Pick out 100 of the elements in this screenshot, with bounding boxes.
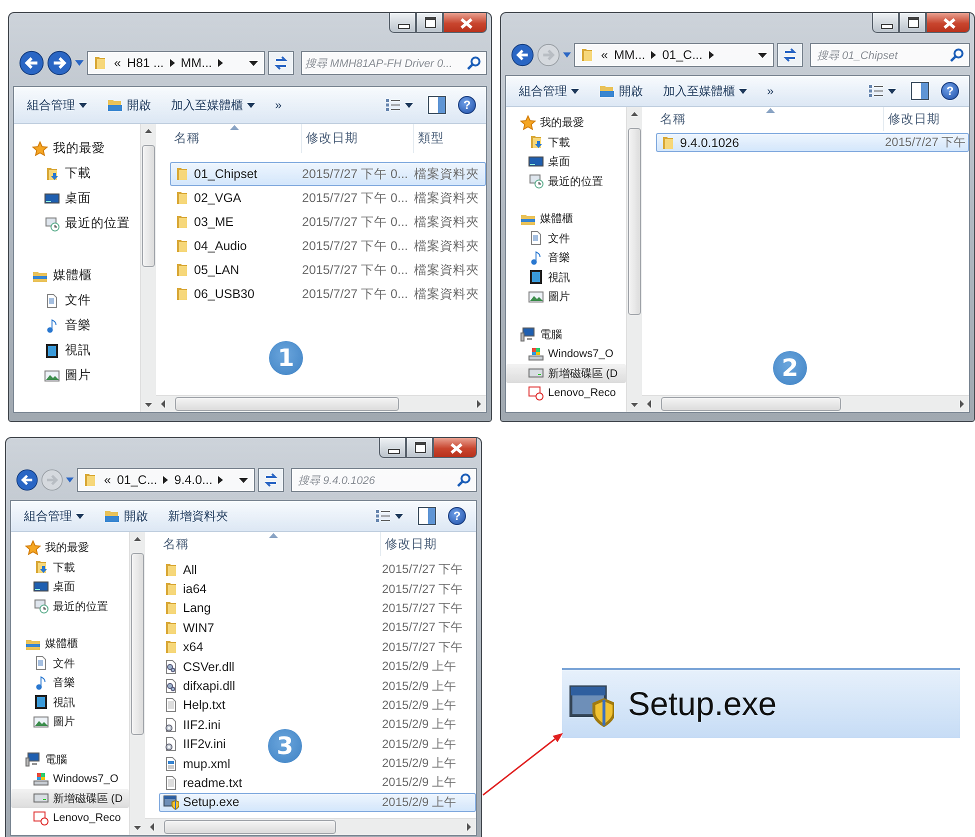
address-bar[interactable]: « 01_C... 9.4.0... xyxy=(76,468,255,492)
minimize-button[interactable] xyxy=(389,13,416,33)
scrollbar-thumb[interactable] xyxy=(661,397,841,411)
dropdown-caret-icon[interactable] xyxy=(248,61,258,66)
breadcrumb-item[interactable]: H81 ... xyxy=(126,56,164,70)
hidden-path-button[interactable]: « xyxy=(114,56,121,70)
horizontal-scrollbar[interactable] xyxy=(145,818,476,835)
dropdown-caret-icon[interactable] xyxy=(238,478,248,483)
address-bar[interactable]: « H81 ... MM... xyxy=(86,51,265,75)
sidebar-item[interactable]: 文件 xyxy=(14,288,140,313)
scrollbar-thumb[interactable] xyxy=(142,145,155,267)
sidebar-item[interactable]: 電腦 xyxy=(506,324,626,344)
scrollbar-thumb[interactable] xyxy=(164,820,336,834)
sidebar-item[interactable]: 最近的位置 xyxy=(14,211,140,236)
maximize-button[interactable] xyxy=(416,13,443,33)
sidebar-item[interactable]: 視訊 xyxy=(11,692,129,712)
preview-pane-button[interactable] xyxy=(428,96,446,114)
vertical-scrollbar[interactable] xyxy=(140,124,156,412)
sidebar-item[interactable]: 視訊 xyxy=(14,338,140,363)
sidebar-item[interactable]: 音樂 xyxy=(506,248,626,268)
search-field[interactable]: 搜尋 9.4.0.1026 xyxy=(290,468,477,492)
breadcrumb-item[interactable]: MM... xyxy=(180,56,212,70)
breadcrumb-item[interactable]: 9.4.0... xyxy=(174,473,212,487)
sidebar-item[interactable]: 新增磁碟區 (D xyxy=(11,788,129,808)
sidebar-item[interactable]: 桌面 xyxy=(14,186,140,211)
chevron-icon[interactable] xyxy=(170,59,175,67)
back-button[interactable] xyxy=(19,50,44,76)
sidebar-item[interactable]: 桌面 xyxy=(11,577,129,596)
sidebar-item[interactable]: 新增磁碟區 (D xyxy=(506,364,626,383)
sidebar-item[interactable]: 我的最愛 xyxy=(14,136,140,161)
breadcrumb-item[interactable]: 01_C... xyxy=(662,48,703,62)
sidebar-item[interactable]: 下載 xyxy=(506,132,626,152)
maximize-button[interactable] xyxy=(406,438,433,458)
minimize-button[interactable] xyxy=(379,438,406,458)
sidebar-item[interactable]: 圖片 xyxy=(506,287,626,306)
more-commands-button[interactable]: » xyxy=(272,96,285,114)
chevron-icon[interactable] xyxy=(651,51,656,59)
preview-pane-button[interactable] xyxy=(911,82,929,100)
sidebar-item[interactable]: 圖片 xyxy=(14,363,140,388)
selected-file-row[interactable]: 9.4.0.1026 2015/7/27 下午 xyxy=(656,133,969,152)
minimize-button[interactable] xyxy=(872,13,899,33)
toolbar-button[interactable]: 開啟 xyxy=(596,80,646,102)
hidden-path-button[interactable]: « xyxy=(104,473,111,487)
scrollbar-thumb[interactable] xyxy=(131,553,144,735)
scrollbar-thumb[interactable] xyxy=(175,397,399,411)
selected-file-row[interactable]: Setup.exe 2015/2/9 上午 xyxy=(159,792,476,812)
chevron-icon[interactable] xyxy=(163,476,168,484)
chevron-icon[interactable] xyxy=(218,476,224,484)
close-button[interactable] xyxy=(926,13,970,33)
refresh-button[interactable] xyxy=(258,468,284,492)
sidebar-item[interactable]: 媒體櫃 xyxy=(11,634,129,654)
sidebar-item[interactable]: 文件 xyxy=(11,654,129,673)
more-commands-button[interactable]: » xyxy=(764,82,777,100)
menu-button[interactable]: 加入至媒體櫃 xyxy=(660,80,750,102)
toolbar-button[interactable]: 開啟 xyxy=(104,94,154,116)
toolbar-button[interactable]: 新增資料夾 xyxy=(165,506,231,526)
chevron-icon[interactable] xyxy=(218,59,224,67)
sidebar-item[interactable]: Windows7_O xyxy=(11,769,129,788)
menu-button[interactable]: 加入至媒體櫃 xyxy=(168,94,258,116)
selected-file-row[interactable]: 01_Chipset 2015/7/27 下午 0... 檔案資料夾 xyxy=(170,162,486,186)
sidebar-item[interactable]: 最近的位置 xyxy=(506,172,626,191)
sidebar-item[interactable]: Lenovo_Reco xyxy=(11,808,129,828)
sidebar-item[interactable]: Windows7_O xyxy=(506,344,626,364)
close-button[interactable] xyxy=(443,13,487,33)
dropdown-caret-icon[interactable] xyxy=(758,53,767,58)
close-button[interactable] xyxy=(433,438,477,458)
back-button[interactable] xyxy=(16,467,38,493)
address-bar[interactable]: « MM... 01_C... xyxy=(574,43,774,67)
search-icon[interactable] xyxy=(950,48,964,62)
sidebar-item[interactable]: 電腦 xyxy=(11,750,129,769)
menu-button[interactable]: 組合管理 xyxy=(24,94,90,116)
breadcrumb-item[interactable]: MM... xyxy=(614,48,646,62)
sidebar-item[interactable]: 下載 xyxy=(14,161,140,186)
sidebar-item[interactable]: 音樂 xyxy=(14,313,140,338)
search-icon[interactable] xyxy=(456,473,471,487)
vertical-scrollbar[interactable] xyxy=(129,532,145,835)
preview-pane-button[interactable] xyxy=(418,507,436,525)
horizontal-scrollbar[interactable] xyxy=(642,395,969,412)
forward-button[interactable] xyxy=(47,50,72,76)
refresh-button[interactable] xyxy=(777,43,803,67)
sidebar-item[interactable]: 我的最愛 xyxy=(11,538,129,558)
sidebar-item[interactable]: 視訊 xyxy=(506,268,626,287)
back-button[interactable] xyxy=(511,42,534,68)
refresh-button[interactable] xyxy=(268,51,294,75)
search-icon[interactable] xyxy=(466,56,481,70)
chevron-icon[interactable] xyxy=(708,51,714,59)
sidebar-item[interactable]: 最近的位置 xyxy=(11,596,129,616)
sidebar-item[interactable]: 媒體櫃 xyxy=(14,263,140,288)
sidebar-item[interactable]: 文件 xyxy=(506,228,626,248)
sidebar-item[interactable]: 下載 xyxy=(11,558,129,577)
toolbar-button[interactable]: 開啟 xyxy=(101,506,151,526)
sidebar-item[interactable]: 桌面 xyxy=(506,152,626,172)
breadcrumb-item[interactable]: 01_C... xyxy=(116,473,158,487)
sidebar-item[interactable]: 我的最愛 xyxy=(506,113,626,132)
menu-button[interactable]: 組合管理 xyxy=(21,506,87,526)
sidebar-item[interactable]: 圖片 xyxy=(11,712,129,732)
sidebar-item[interactable]: 媒體櫃 xyxy=(506,209,626,228)
sidebar-item[interactable]: Lenovo_Reco xyxy=(506,383,626,402)
maximize-button[interactable] xyxy=(899,13,926,33)
scrollbar-thumb[interactable] xyxy=(628,128,641,315)
